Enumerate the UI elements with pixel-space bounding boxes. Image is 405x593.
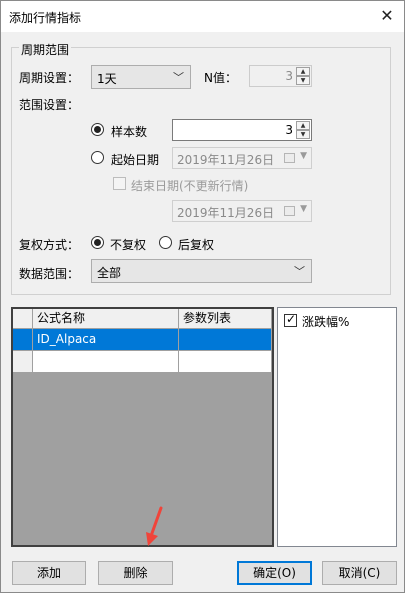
chevron-down-icon: ﹀ bbox=[173, 71, 184, 84]
sample-count-spinner[interactable]: 3 ▲ ▼ bbox=[172, 119, 312, 141]
data-range-value: 全部 bbox=[97, 266, 122, 280]
end-date-label: 结束日期(不更新行情) bbox=[131, 179, 249, 193]
period-combo[interactable]: 1天 ﹀ bbox=[91, 65, 191, 89]
period-label: 周期设置： bbox=[19, 71, 80, 85]
start-date-value: 2019年11月26日 bbox=[177, 153, 275, 167]
down-triangle-icon[interactable]: ▼ bbox=[296, 130, 310, 139]
down-triangle-icon[interactable]: ▼ bbox=[296, 76, 310, 85]
period-group-title: 周期范围 bbox=[19, 41, 72, 58]
sample-count-radio[interactable] bbox=[91, 123, 104, 136]
cancel-button[interactable]: 取消(C) bbox=[322, 561, 397, 585]
delete-button[interactable]: 删除 bbox=[98, 561, 173, 585]
ok-button[interactable]: 确定(O) bbox=[237, 561, 312, 585]
up-triangle-icon[interactable]: ▲ bbox=[296, 121, 310, 130]
dialog-title: 添加行情指标 bbox=[9, 11, 82, 25]
add-button[interactable]: 添加 bbox=[12, 561, 86, 585]
price-change-checkbox[interactable]: ✓ bbox=[284, 312, 297, 327]
end-date-picker[interactable]: 2019年11月26日 ▼ bbox=[172, 200, 312, 222]
grid-corner bbox=[13, 309, 33, 329]
sample-count-value: 3 bbox=[285, 123, 293, 137]
start-date-radio[interactable] bbox=[91, 151, 104, 164]
end-date-value: 2019年11月26日 bbox=[177, 206, 275, 220]
new-row-params[interactable] bbox=[179, 351, 272, 373]
new-row-formula-name[interactable] bbox=[33, 351, 179, 373]
chevron-down-icon: ▼ bbox=[300, 151, 307, 161]
table-row-params[interactable] bbox=[179, 329, 272, 351]
up-triangle-icon[interactable]: ▲ bbox=[296, 67, 310, 76]
adjust-label: 复权方式： bbox=[19, 238, 80, 252]
calendar-icon bbox=[284, 206, 295, 216]
data-range-label: 数据范围： bbox=[19, 267, 80, 281]
dialog-window: 添加行情指标 ✕ 周期范围 周期设置： 1天 ﹀ N值： 3 ▲ ▼ 范围设置：… bbox=[0, 0, 405, 593]
start-date-picker[interactable]: 2019年11月26日 ▼ bbox=[172, 147, 312, 169]
check-icon: ✓ bbox=[286, 312, 297, 326]
row-header[interactable] bbox=[13, 351, 33, 373]
back-adjust-label: 后复权 bbox=[178, 238, 215, 252]
chevron-down-icon: ﹀ bbox=[294, 265, 305, 278]
n-value: 3 bbox=[285, 69, 293, 83]
range-label: 范围设置： bbox=[19, 98, 80, 112]
arrow-annotation-icon bbox=[146, 506, 163, 546]
calendar-icon bbox=[284, 153, 295, 163]
title-bar: 添加行情指标 ✕ bbox=[1, 1, 404, 32]
close-icon[interactable]: ✕ bbox=[376, 5, 398, 27]
row-header[interactable] bbox=[13, 329, 33, 351]
sample-count-label: 样本数 bbox=[111, 125, 148, 139]
chevron-down-icon: ▼ bbox=[300, 204, 307, 214]
start-date-label: 起始日期 bbox=[111, 153, 160, 167]
data-range-combo[interactable]: 全部 ﹀ bbox=[91, 259, 312, 283]
period-value: 1天 bbox=[97, 72, 117, 86]
end-date-checkbox[interactable] bbox=[113, 177, 126, 190]
no-adjust-label: 不复权 bbox=[110, 238, 147, 252]
n-value-spinner[interactable]: 3 ▲ ▼ bbox=[249, 65, 312, 87]
column-header-params[interactable]: 参数列表 bbox=[179, 309, 272, 329]
column-header-formula-name[interactable]: 公式名称 bbox=[33, 309, 179, 329]
no-adjust-radio[interactable] bbox=[91, 236, 104, 249]
table-row-formula-name[interactable]: ID_Alpaca bbox=[33, 329, 179, 351]
indicator-list: ✓ 涨跌幅% bbox=[277, 307, 397, 547]
back-adjust-radio[interactable] bbox=[159, 236, 172, 249]
n-value-label: N值： bbox=[204, 71, 237, 85]
price-change-label: 涨跌幅% bbox=[302, 315, 350, 329]
